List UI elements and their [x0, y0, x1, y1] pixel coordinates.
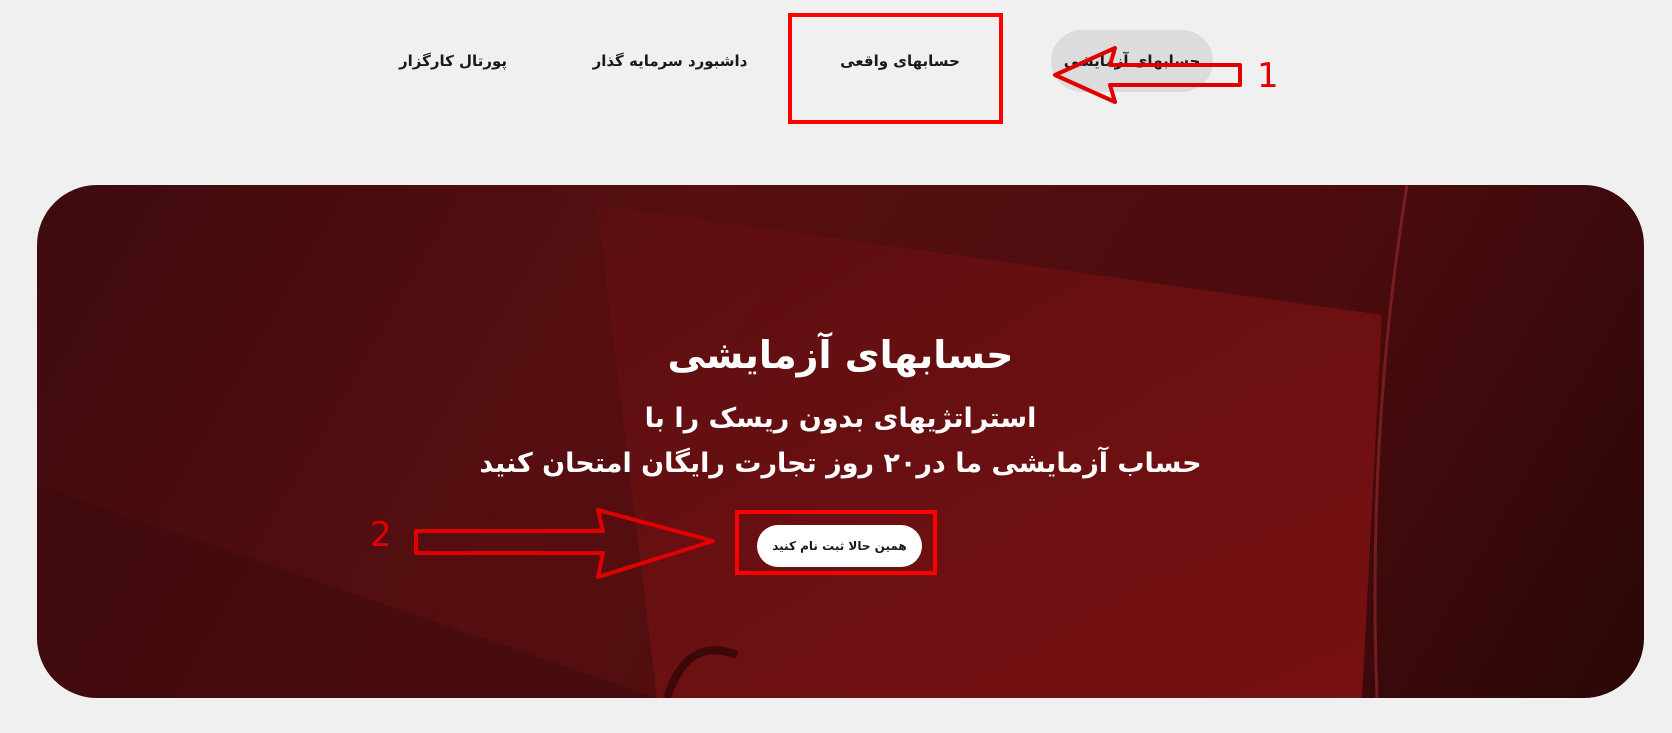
signup-now-button[interactable]: همین حالا ثبت نام کنید — [757, 525, 922, 567]
top-tab-bar: حسابهای آزمایشی حسابهای واقعی داشبورد سر… — [0, 30, 1672, 92]
hero-title: حسابهای آزمایشی — [667, 333, 1014, 377]
tab-investor-dashboard[interactable]: داشبورد سرمایه گذار — [570, 30, 770, 92]
tab-broker-portal[interactable]: پورتال کارگزار — [388, 30, 518, 92]
hero-subtitle-line-1: استراتژیهای بدون ریسک را با — [644, 403, 1037, 434]
tab-real-accounts[interactable]: حسابهای واقعی — [800, 30, 1000, 92]
hero-subtitle-line-2: حساب آزمایشی ما در۲۰ روز تجارت رایگان ام… — [479, 448, 1202, 479]
page: حسابهای آزمایشی حسابهای واقعی داشبورد سر… — [0, 0, 1672, 733]
hero-content: حسابهای آزمایشی استراتژیهای بدون ریسک را… — [37, 185, 1644, 698]
hero-banner: حسابهای آزمایشی استراتژیهای بدون ریسک را… — [37, 185, 1644, 698]
tab-demo-accounts[interactable]: حسابهای آزمایشی — [1051, 30, 1213, 92]
